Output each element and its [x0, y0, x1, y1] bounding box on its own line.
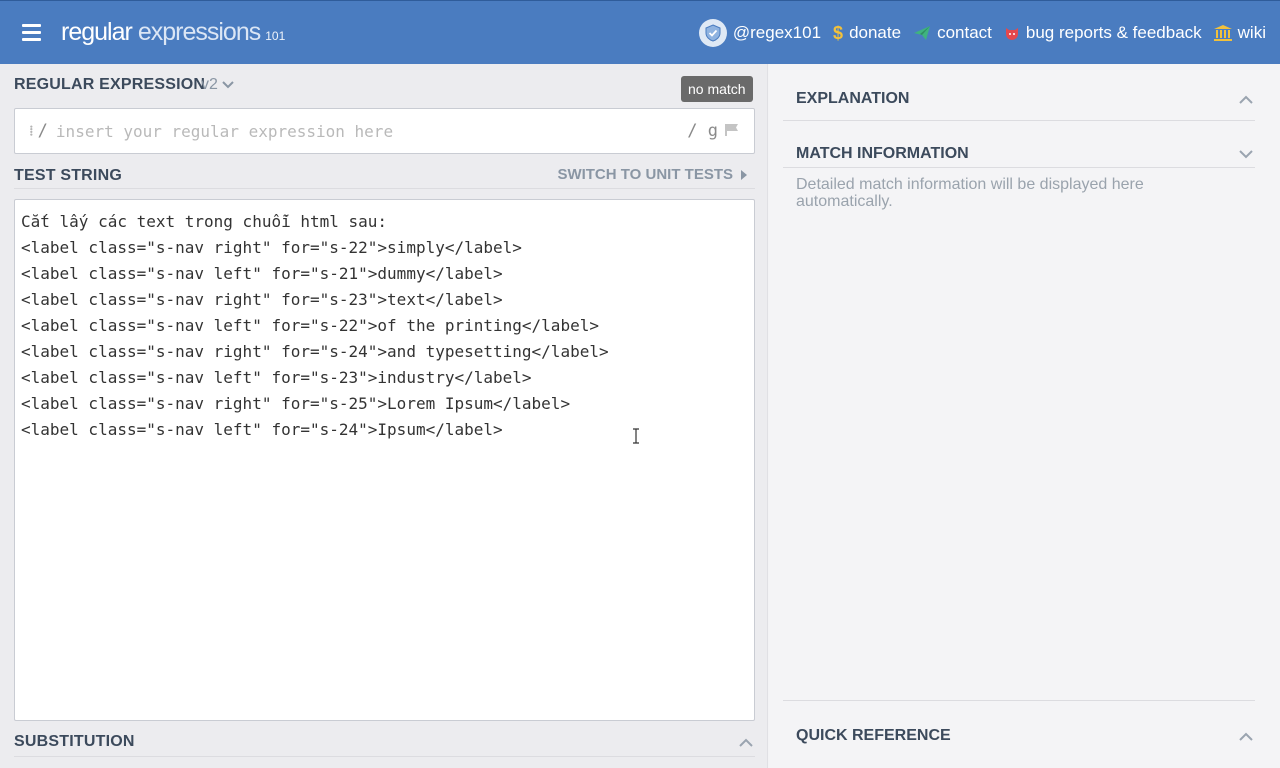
logo-101: 101 [265, 29, 286, 43]
logo-expressions: expressions [137, 18, 261, 46]
test-string-title: TEST STRING [14, 167, 122, 184]
bug-reports-link[interactable]: bug reports & feedback [1004, 23, 1202, 43]
github-cat-icon [1005, 28, 1018, 40]
account-link[interactable]: @regex101 [698, 19, 822, 47]
wiki-link[interactable]: wiki [1213, 23, 1266, 43]
match-information-text: Detailed match information will be displ… [796, 176, 1144, 210]
hamburger-icon [21, 24, 41, 27]
switch-to-unit-tests-button[interactable]: SWITCH TO UNIT TESTS [557, 166, 747, 183]
quick-reference-title[interactable]: QUICK REFERENCE [796, 727, 951, 745]
divider [783, 120, 1255, 121]
app-logo[interactable]: regular expressions 101 [61, 18, 285, 47]
regex-section-title: REGULAR EXPRESSION [14, 76, 206, 93]
chevron-up-icon[interactable] [739, 738, 753, 747]
top-header: regular expressions 101 @regex101 $ dona… [0, 0, 1280, 64]
match-information-title[interactable]: MATCH INFORMATION [796, 145, 969, 163]
dollar-icon: $ [833, 22, 844, 43]
substitution-title: SUBSTITUTION [14, 733, 135, 750]
wiki-label: wiki [1237, 23, 1266, 42]
divider [783, 167, 1255, 168]
regex-flags[interactable]: / g [687, 121, 718, 141]
explanation-title[interactable]: EXPLANATION [796, 90, 909, 108]
contact-link[interactable]: contact [913, 23, 992, 43]
header-nav: @regex101 $ donate contact bug reports &… [698, 1, 1266, 65]
donate-link[interactable]: $ donate [833, 23, 901, 44]
drag-handle-icon[interactable]: ⁞ [29, 123, 34, 140]
account-label: @regex101 [732, 23, 822, 42]
paper-plane-icon [914, 26, 931, 40]
logo-regular: regular [61, 18, 133, 46]
regex-input[interactable] [55, 121, 688, 141]
text-cursor-icon [633, 428, 639, 444]
test-string-editor[interactable]: Cắt lấy các text trong chuỗi html sau: <… [14, 199, 755, 721]
editor-pane: REGULAR EXPRESSION v2 no match ⁞ / / g T… [0, 64, 768, 768]
divider [783, 700, 1255, 701]
flag-icon[interactable] [724, 123, 740, 140]
library-icon [1213, 25, 1232, 41]
chevron-down-icon[interactable] [1239, 150, 1253, 159]
contact-label: contact [937, 23, 992, 42]
regex-delimiter-open: / [37, 121, 48, 141]
match-status-badge: no match [681, 76, 753, 102]
chevron-up-icon[interactable] [1239, 732, 1253, 741]
flavor-version-dropdown[interactable]: v2 [201, 76, 234, 94]
divider [14, 188, 755, 189]
menu-button[interactable] [9, 11, 53, 55]
regex-editor: ⁞ / / g [14, 108, 755, 154]
divider [14, 756, 755, 757]
chevron-up-icon[interactable] [1239, 95, 1253, 104]
caret-right-icon [741, 169, 747, 180]
chevron-down-icon [222, 81, 234, 89]
info-pane: EXPLANATION MATCH INFORMATION Detailed m… [769, 64, 1280, 768]
bug-reports-label: bug reports & feedback [1025, 23, 1202, 42]
version-label: v2 [201, 76, 218, 93]
switch-label: SWITCH TO UNIT TESTS [557, 166, 733, 183]
donate-label: donate [849, 23, 902, 42]
shield-avatar-icon [698, 19, 727, 47]
